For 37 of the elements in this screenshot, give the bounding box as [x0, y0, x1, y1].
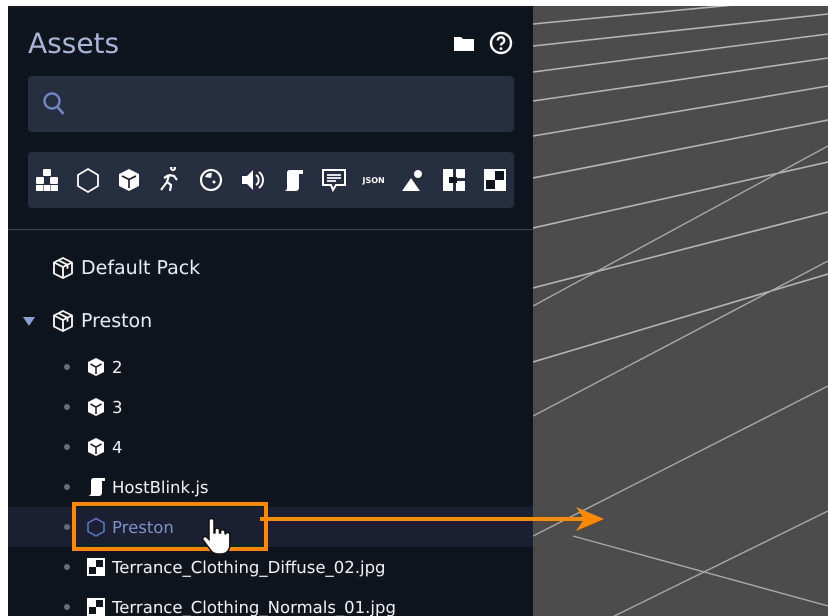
panel-title: Assets	[28, 26, 120, 60]
checker-icon[interactable]	[482, 167, 508, 193]
bullet-dot	[64, 484, 70, 490]
package-icon	[52, 256, 74, 280]
tree-item[interactable]: Terrance_Clothing_Diffuse_02.jpg	[112, 558, 386, 576]
grid-pieces-icon[interactable]	[440, 167, 467, 193]
bullet-dot	[64, 404, 70, 410]
bullet-dot	[64, 564, 70, 570]
cube-icon	[86, 397, 106, 417]
bullet-dot	[64, 524, 70, 530]
package-icon	[52, 308, 74, 332]
tree-item[interactable]: Preston	[112, 518, 174, 536]
scroll-icon	[86, 477, 106, 497]
checker-icon	[86, 557, 106, 577]
folder-icon[interactable]	[453, 34, 475, 52]
hexagon-icon	[86, 517, 106, 537]
sphere-icon[interactable]	[198, 167, 224, 193]
bullet-dot	[64, 364, 70, 370]
cube-icon	[86, 437, 106, 457]
tree-item[interactable]: Default Pack	[81, 256, 200, 278]
tree-item[interactable]: HostBlink.js	[112, 478, 208, 496]
hand-cursor-icon	[201, 518, 231, 556]
tree-item[interactable]: 2	[112, 358, 122, 376]
speech-bubble-icon[interactable]	[321, 167, 348, 193]
tree-item[interactable]: 4	[112, 438, 122, 456]
help-icon[interactable]	[489, 31, 513, 55]
bullet-dot	[64, 604, 70, 610]
cube-icon	[86, 357, 106, 377]
bullet-dot	[64, 444, 70, 450]
hexagon-icon[interactable]	[75, 167, 102, 193]
search-icon	[42, 91, 66, 117]
blocks-icon[interactable]	[34, 167, 60, 193]
json-filter[interactable]: JSON	[362, 176, 385, 184]
tree-item[interactable]: Preston	[81, 310, 152, 332]
tree-item[interactable]: 3	[112, 398, 122, 416]
expand-toggle-icon[interactable]	[22, 314, 36, 326]
search-field[interactable]	[28, 76, 514, 132]
